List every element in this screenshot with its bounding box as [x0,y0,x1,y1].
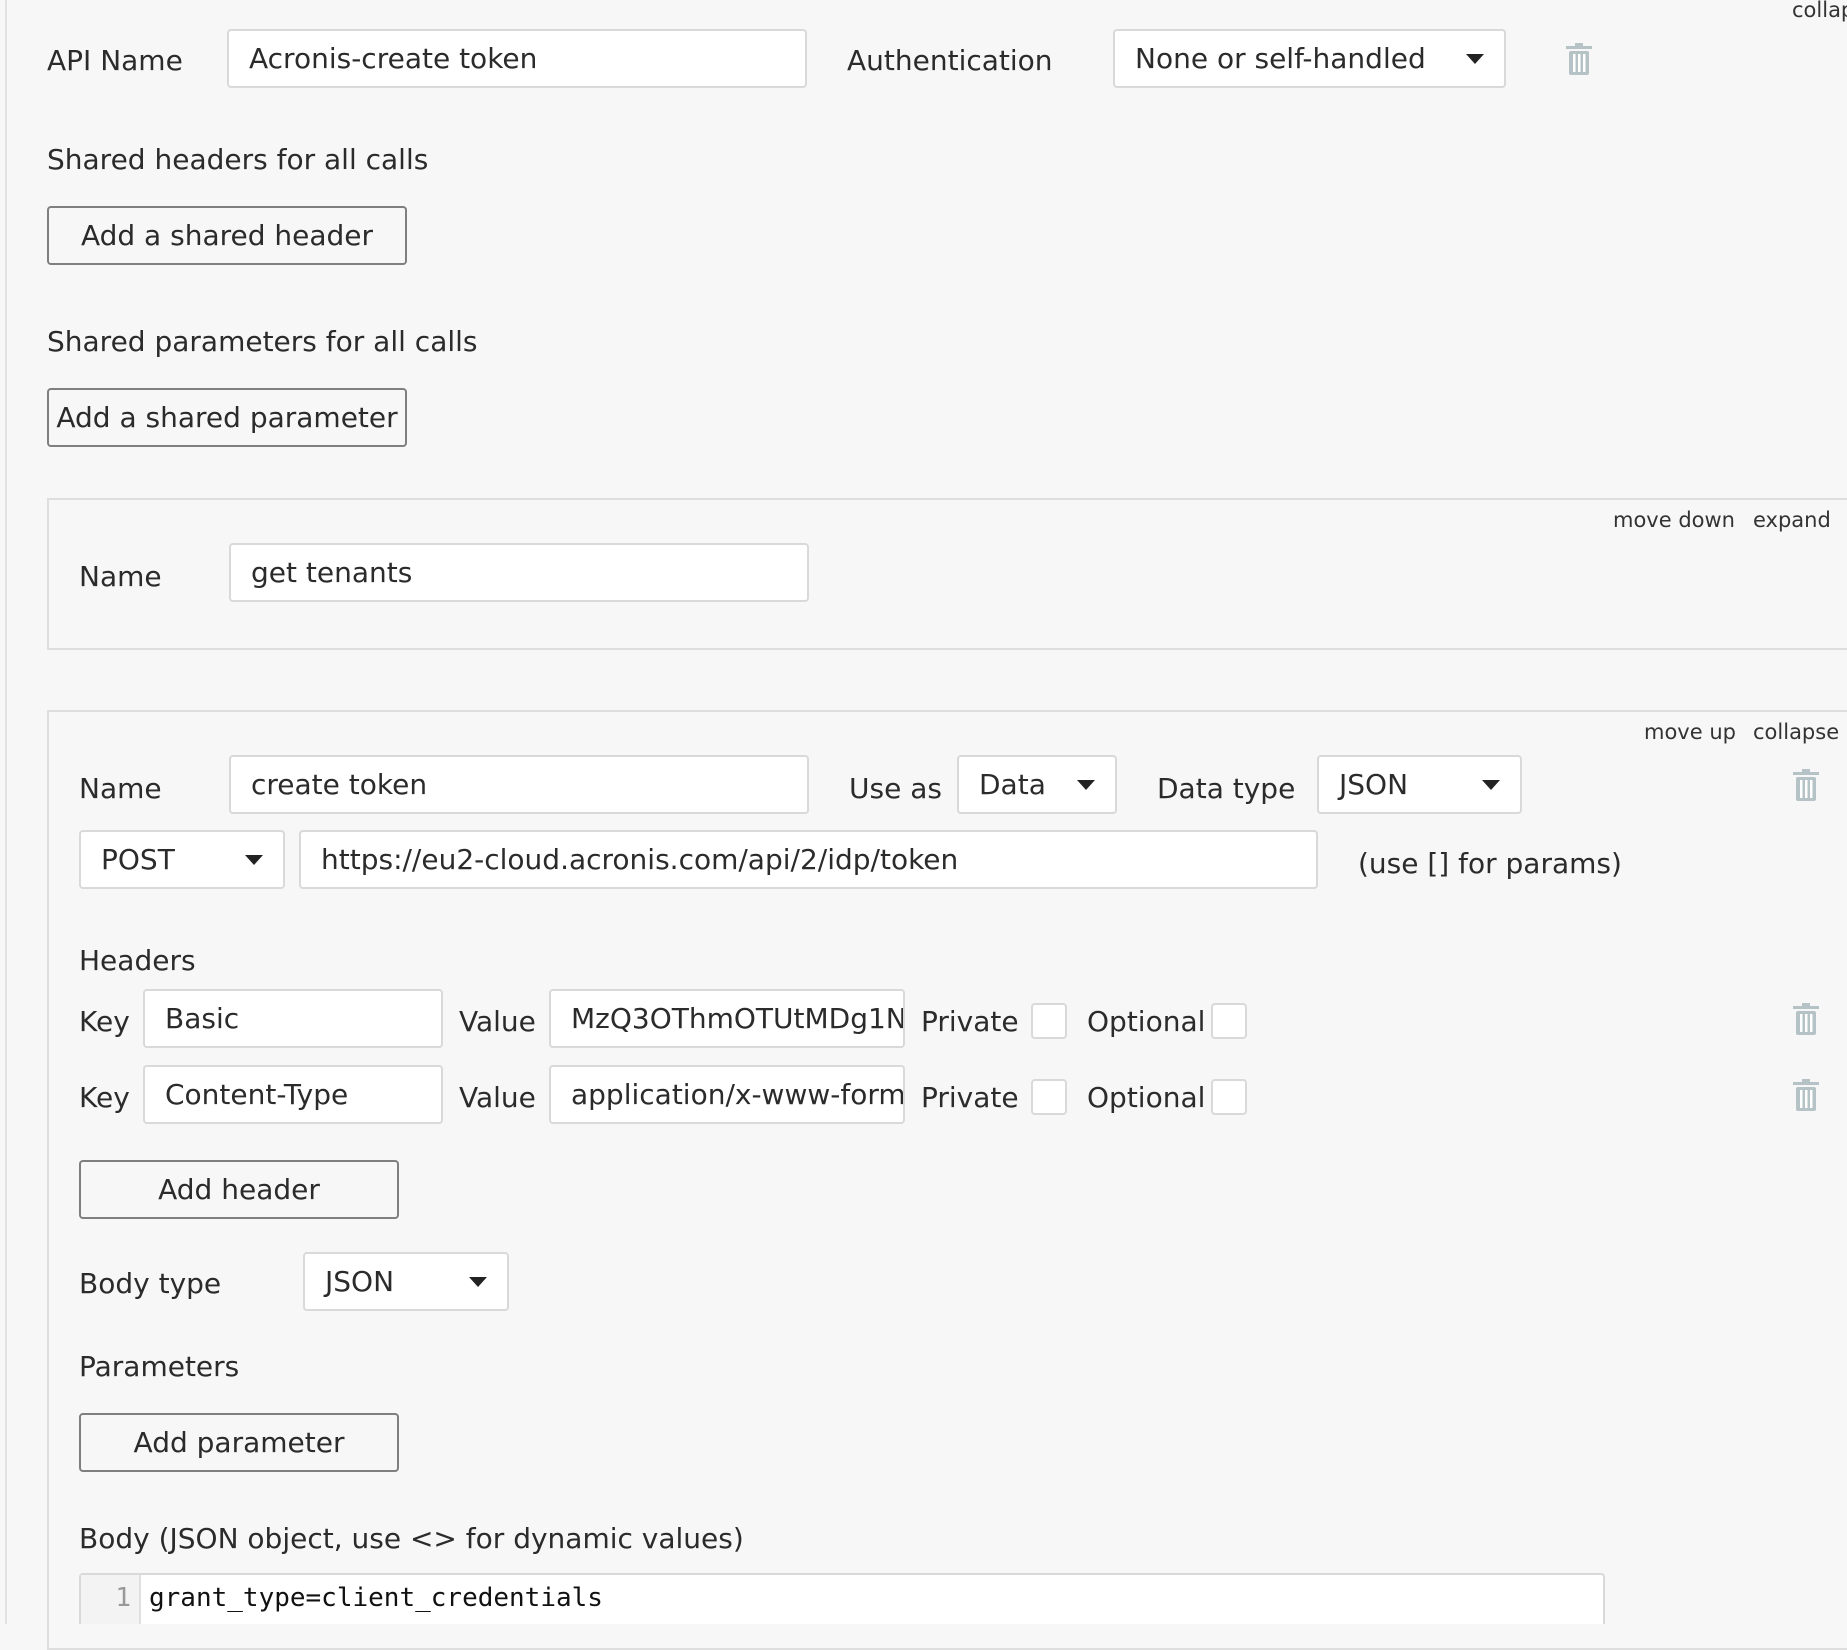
use-as-select-value: Data [979,768,1046,801]
data-type-select[interactable]: JSON [1317,755,1522,814]
header-value-label: Value [459,1081,536,1114]
data-type-select-value: JSON [1339,768,1409,801]
http-method-select[interactable]: POST [79,830,285,889]
body-type-select-value: JSON [325,1265,395,1298]
add-parameter-button[interactable]: Add parameter [79,1413,399,1472]
caret-down-icon [245,854,263,865]
header-key-input[interactable]: Basic [143,989,443,1048]
header-private-label: Private [921,1081,1019,1114]
expand-link[interactable]: expand [1753,508,1831,532]
header-private-checkbox[interactable] [1031,1003,1067,1039]
call1-name-input[interactable]: get tenants [229,543,809,602]
authentication-select-value: None or self-handled [1135,42,1426,75]
header-optional-checkbox[interactable] [1211,1003,1247,1039]
header-value-label: Value [459,1005,536,1038]
trash-icon[interactable] [1793,1079,1819,1111]
body-code-line: grant_type=client_credentials [149,1583,603,1613]
move-down-link[interactable]: move down [1613,508,1735,532]
add-header-button[interactable]: Add header [79,1160,399,1219]
http-method-value: POST [101,843,175,876]
url-input[interactable]: https://eu2-cloud.acronis.com/api/2/idp/… [299,830,1318,889]
body-code-editor[interactable]: 1 grant_type=client_credentials [79,1573,1605,1624]
left-divider [5,0,7,1624]
add-shared-header-button[interactable]: Add a shared header [47,206,407,265]
add-shared-parameter-button[interactable]: Add a shared parameter [47,388,407,447]
data-type-label: Data type [1157,772,1296,805]
move-up-link[interactable]: move up [1644,720,1736,744]
header-private-checkbox[interactable] [1031,1079,1067,1115]
api-name-input[interactable]: Acronis-create token [227,29,807,88]
collapse-link[interactable]: collapse [1753,720,1839,744]
body-type-select[interactable]: JSON [303,1252,509,1311]
use-as-label: Use as [849,772,942,805]
use-as-select[interactable]: Data [957,755,1117,814]
authentication-label: Authentication [847,44,1053,77]
trash-icon[interactable] [1793,1003,1819,1035]
header-private-label: Private [921,1005,1019,1038]
body-type-label: Body type [79,1267,222,1300]
url-hint: (use [] for params) [1358,847,1622,880]
header-optional-checkbox[interactable] [1211,1079,1247,1115]
header-value-input[interactable]: application/x-www-form-u [549,1065,905,1124]
header-key-input[interactable]: Content-Type [143,1065,443,1124]
caret-down-icon [1077,779,1095,790]
api-name-label: API Name [47,44,183,77]
call1-name-label: Name [79,560,162,593]
caret-down-icon [1466,53,1484,64]
shared-headers-title: Shared headers for all calls [47,143,429,176]
header-key-label: Key [79,1081,130,1114]
header-key-label: Key [79,1005,130,1038]
trash-icon[interactable] [1566,43,1592,75]
caret-down-icon [469,1276,487,1287]
trash-icon[interactable] [1793,769,1819,801]
header-value-input[interactable]: MzQ3OThmOTUtMDg1Ny [549,989,905,1048]
parameters-title: Parameters [79,1350,240,1383]
collapse-link-top[interactable]: collap [1792,0,1847,22]
call2-name-label: Name [79,772,162,805]
authentication-select[interactable]: None or self-handled [1113,29,1506,88]
body-label: Body (JSON object, use <> for dynamic va… [79,1522,744,1555]
headers-title: Headers [79,944,196,977]
shared-params-title: Shared parameters for all calls [47,325,478,358]
call2-name-input[interactable]: create token [229,755,809,814]
line-number: 1 [81,1575,141,1624]
header-optional-label: Optional [1087,1005,1206,1038]
caret-down-icon [1482,779,1500,790]
header-optional-label: Optional [1087,1081,1206,1114]
